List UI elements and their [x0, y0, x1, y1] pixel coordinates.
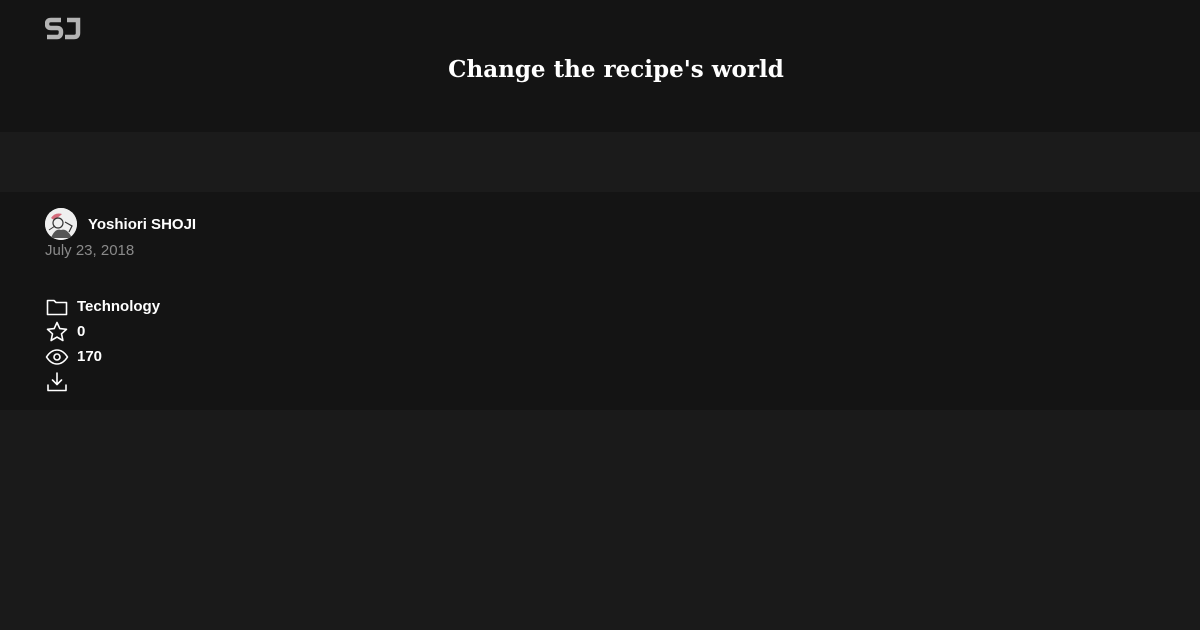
category-label[interactable]: Technology: [77, 298, 160, 315]
author-block[interactable]: Yoshiori SHOJI: [45, 208, 196, 240]
avatar[interactable]: [45, 208, 77, 240]
page-header: Change the recipe's world: [0, 0, 1200, 132]
author-name[interactable]: Yoshiori SHOJI: [88, 216, 196, 233]
views-row: 170: [45, 344, 160, 369]
content-band: [0, 132, 1200, 192]
meta-list: Technology 0 170: [45, 294, 160, 394]
category-row[interactable]: Technology: [45, 294, 160, 319]
sj-logo-icon[interactable]: [45, 17, 83, 40]
download-icon[interactable]: [45, 370, 69, 394]
page-title: Change the recipe's world: [448, 56, 784, 83]
star-icon[interactable]: [45, 320, 69, 344]
stars-count: 0: [77, 323, 86, 340]
publish-date: July 23, 2018: [45, 242, 135, 259]
folder-icon: [45, 295, 69, 319]
info-panel: Yoshiori SHOJI July 23, 2018 Technology …: [0, 192, 1200, 410]
eye-icon: [45, 345, 69, 369]
download-row[interactable]: [45, 369, 160, 394]
views-count: 170: [77, 348, 103, 365]
stars-row[interactable]: 0: [45, 319, 160, 344]
